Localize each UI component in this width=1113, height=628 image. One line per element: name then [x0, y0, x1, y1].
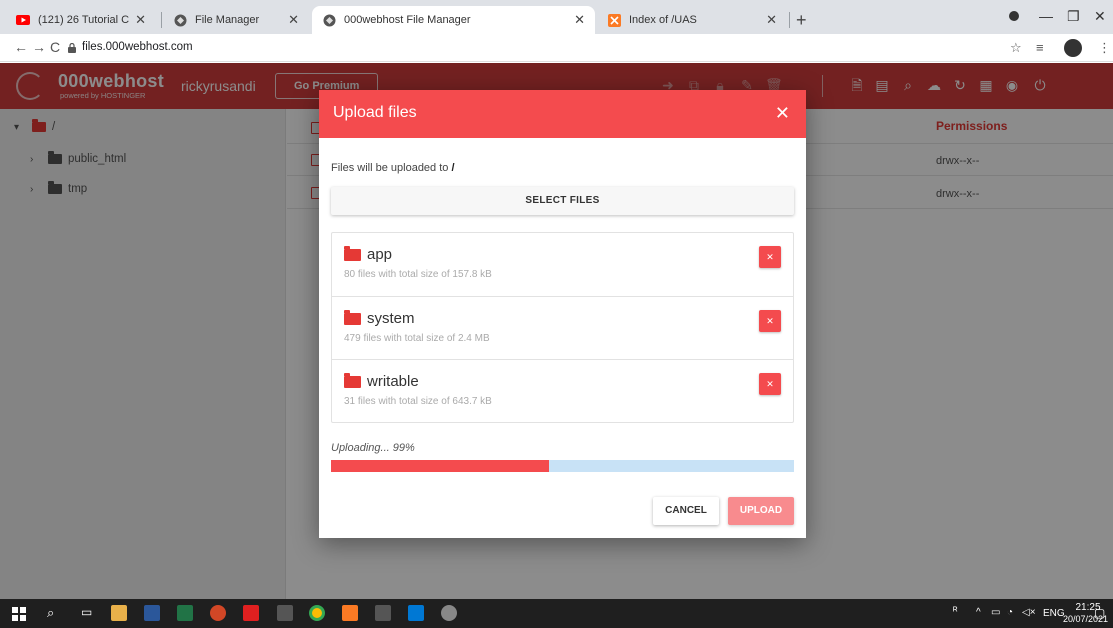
people-icon[interactable]: ᴿ	[953, 606, 958, 617]
upload-status: Uploading... 99%	[331, 442, 415, 454]
xampp-icon[interactable]	[342, 605, 358, 621]
language-indicator[interactable]: ENG	[1043, 608, 1065, 619]
browser-tab-youtube[interactable]: (121) 26 Tutorial Codeigniter 4 - ✕	[6, 6, 156, 34]
excel-icon[interactable]	[177, 605, 193, 621]
youtube-icon	[16, 13, 30, 27]
globe-icon	[322, 13, 336, 27]
windows-start-icon[interactable]	[12, 607, 26, 621]
browser-tab-strip: (121) 26 Tutorial Codeigniter 4 - ✕ File…	[0, 0, 1113, 34]
folder-icon	[344, 372, 361, 388]
file-name-label: writable	[367, 373, 419, 390]
select-files-button[interactable]: SELECT FILES	[331, 187, 794, 215]
tab-label: File Manager	[195, 14, 260, 26]
battery-icon[interactable]: ▭	[991, 607, 1000, 618]
vscode-icon[interactable]	[408, 605, 424, 621]
task-view-icon[interactable]: ▭	[81, 605, 92, 619]
upload-button[interactable]: UPLOAD	[728, 497, 794, 525]
browser-menu-icon[interactable]: ⋮	[1098, 40, 1111, 56]
lock-icon	[68, 42, 76, 56]
tab-close-icon[interactable]: ✕	[135, 12, 146, 28]
app-icon[interactable]	[441, 605, 457, 621]
forward-icon[interactable]: →	[32, 39, 46, 55]
wifi-icon[interactable]: ◔	[1007, 607, 1013, 618]
chrome-icon[interactable]	[309, 605, 325, 621]
tab-separator	[789, 12, 790, 28]
reading-list-icon[interactable]: ≡	[1036, 40, 1044, 55]
remove-file-button[interactable]: ✕	[759, 373, 781, 395]
windows-taskbar: ⌕ ▭ ᴿ ^ ▭ ◔ ◁× ENG 21:25 20/07/2021 ▢	[0, 599, 1113, 628]
close-window-icon[interactable]: ✕	[1094, 8, 1106, 25]
destination-text: Files will be uploaded to	[331, 162, 449, 174]
upload-progress-fill	[331, 460, 549, 472]
upload-files-dialog: Upload files ✕ Files will be uploaded to…	[319, 90, 806, 538]
remove-file-button[interactable]: ✕	[759, 246, 781, 268]
cancel-button[interactable]: CANCEL	[653, 497, 719, 525]
file-explorer-icon[interactable]	[111, 605, 127, 621]
file-meta: 80 files with total size of 157.8 kB	[344, 269, 492, 280]
address-bar: ← → C files.000webhost.com ☆ ≡ ⋮	[0, 34, 1113, 62]
tab-label: Index of /UAS	[629, 14, 697, 26]
globe-icon	[173, 13, 187, 27]
reload-icon[interactable]: C	[50, 39, 60, 55]
close-icon[interactable]: ✕	[775, 103, 790, 124]
browser-tab-file-manager[interactable]: File Manager ✕	[163, 6, 309, 34]
tab-label: (121) 26 Tutorial Codeigniter 4 -	[38, 14, 130, 26]
maximize-icon[interactable]: ❐	[1067, 8, 1080, 25]
command-prompt-icon[interactable]	[375, 605, 391, 621]
browser-account-icon[interactable]	[1008, 9, 1020, 25]
list-item: writable 31 files with total size of 643…	[332, 359, 793, 422]
file-meta: 31 files with total size of 643.7 kB	[344, 396, 492, 407]
file-name-label: system	[367, 310, 415, 327]
list-item: app 80 files with total size of 157.8 kB…	[332, 233, 793, 296]
minimize-icon[interactable]: —	[1039, 8, 1053, 24]
tab-close-icon[interactable]: ✕	[288, 12, 299, 28]
notifications-icon[interactable]: ▢	[1094, 606, 1105, 620]
terminal-icon[interactable]	[277, 605, 293, 621]
upload-destination: Files will be uploaded to /	[331, 162, 455, 174]
search-icon[interactable]: ⌕	[47, 605, 54, 621]
powerpoint-icon[interactable]	[210, 605, 226, 621]
word-icon[interactable]	[144, 605, 160, 621]
upload-progress-bar	[331, 460, 794, 472]
dialog-title: Upload files	[333, 104, 417, 121]
volume-icon[interactable]: ◁×	[1022, 607, 1036, 618]
remove-file-button[interactable]: ✕	[759, 310, 781, 332]
browser-tab-000webhost[interactable]: 000webhost File Manager ✕	[312, 6, 595, 34]
tab-label: 000webhost File Manager	[344, 14, 471, 26]
url-text[interactable]: files.000webhost.com	[82, 41, 193, 53]
file-name-label: app	[367, 246, 393, 263]
acrobat-icon[interactable]	[243, 605, 259, 621]
folder-icon	[344, 245, 361, 261]
file-name: writable	[344, 372, 419, 390]
tab-separator	[161, 12, 162, 28]
bookmark-star-icon[interactable]: ☆	[1010, 40, 1022, 56]
upload-file-list: app 80 files with total size of 157.8 kB…	[331, 232, 794, 423]
tab-close-icon[interactable]: ✕	[574, 12, 585, 28]
file-name: app	[344, 245, 393, 263]
xampp-icon	[607, 13, 621, 27]
file-name: system	[344, 309, 415, 327]
tab-close-icon[interactable]: ✕	[766, 12, 777, 28]
back-icon[interactable]: ←	[14, 39, 28, 55]
tray-overflow-icon[interactable]: ^	[976, 607, 981, 618]
dialog-header: Upload files ✕	[319, 90, 806, 138]
new-tab-icon[interactable]: +	[796, 10, 807, 31]
list-item: system 479 files with total size of 2.4 …	[332, 296, 793, 359]
file-meta: 479 files with total size of 2.4 MB	[344, 333, 490, 344]
folder-icon	[344, 309, 361, 325]
destination-path: /	[451, 162, 455, 174]
profile-avatar[interactable]	[1064, 39, 1082, 57]
browser-tab-index-uas[interactable]: Index of /UAS ✕	[597, 6, 787, 34]
